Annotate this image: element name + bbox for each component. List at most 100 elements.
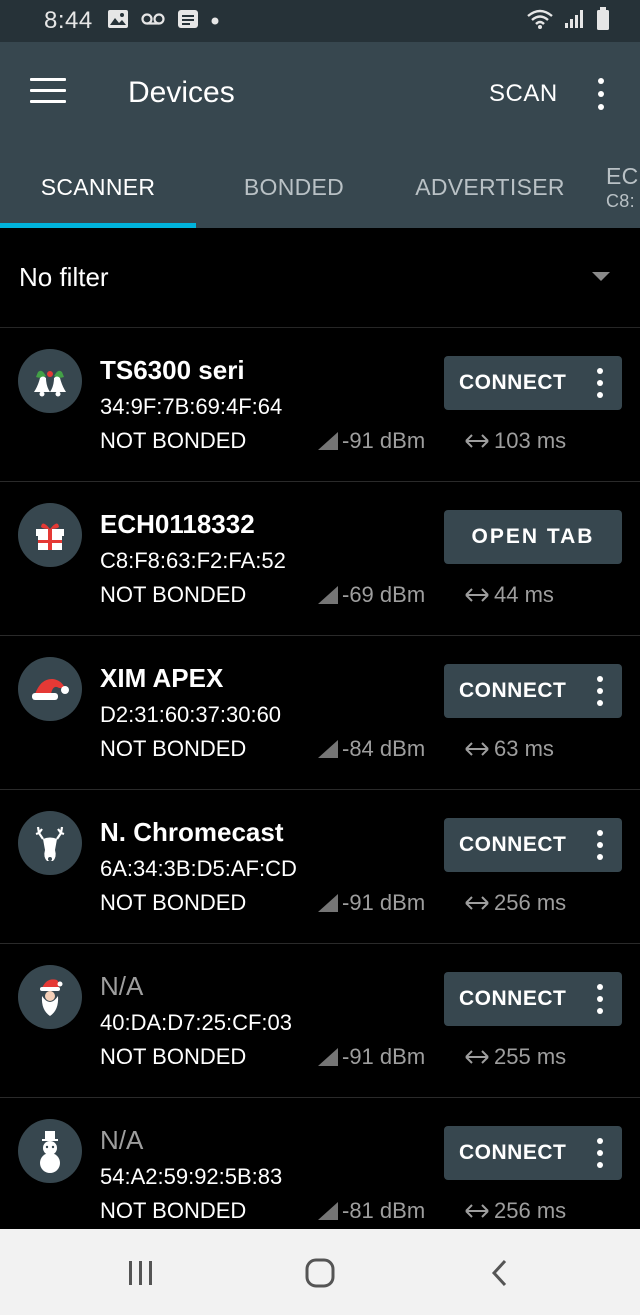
signal-icon bbox=[564, 9, 586, 34]
recent-apps-icon[interactable] bbox=[111, 1253, 171, 1293]
interval-readout: 256 ms bbox=[464, 890, 566, 916]
connect-button[interactable]: CONNECT bbox=[444, 1126, 622, 1180]
open-tab-button[interactable]: OPEN TAB bbox=[444, 510, 622, 564]
connect-button-label: CONNECT bbox=[459, 679, 567, 702]
filter-label: No filter bbox=[19, 262, 109, 292]
interval-arrows-icon bbox=[465, 1204, 489, 1218]
rssi-value: -91 dBm bbox=[342, 1044, 426, 1069]
santa-hat-icon bbox=[18, 657, 82, 721]
list-item[interactable]: ECH0118332 C8:F8:63:F2:FA:52 NOT BONDED … bbox=[0, 482, 640, 636]
signal-strength-icon bbox=[318, 432, 338, 450]
interval-arrows-icon bbox=[465, 434, 489, 448]
open-tab-button-label: OPEN TAB bbox=[471, 525, 595, 548]
santa-icon bbox=[18, 965, 82, 1029]
reindeer-icon bbox=[18, 811, 82, 875]
bond-state: NOT BONDED bbox=[100, 1044, 247, 1069]
device-name: N/A bbox=[100, 971, 144, 1001]
bond-state: NOT BONDED bbox=[100, 582, 247, 607]
interval-readout: 256 ms bbox=[464, 1198, 566, 1224]
status-notification-icons bbox=[107, 9, 219, 34]
connect-button-label: CONNECT bbox=[459, 371, 567, 394]
more-vertical-icon[interactable] bbox=[594, 1138, 606, 1168]
rssi-readout: -81 dBm bbox=[316, 1198, 425, 1224]
rssi-readout: -91 dBm bbox=[316, 1044, 425, 1070]
connect-button-label: CONNECT bbox=[459, 833, 567, 856]
connect-button[interactable]: CONNECT bbox=[444, 664, 622, 718]
gift-icon bbox=[18, 503, 82, 567]
dot-icon bbox=[211, 12, 219, 30]
connect-button[interactable]: CONNECT bbox=[444, 356, 622, 410]
connect-button-label: CONNECT bbox=[459, 1141, 567, 1164]
signal-strength-icon bbox=[318, 1048, 338, 1066]
signal-strength-icon bbox=[318, 1202, 338, 1220]
more-vertical-icon[interactable] bbox=[594, 368, 606, 398]
connect-button[interactable]: CONNECT bbox=[444, 818, 622, 872]
rssi-value: -81 dBm bbox=[342, 1198, 426, 1223]
voicemail-icon bbox=[141, 12, 165, 31]
home-icon[interactable] bbox=[290, 1253, 350, 1293]
tab-device-sublabel: C8: bbox=[606, 190, 635, 211]
interval-value: 256 ms bbox=[494, 890, 567, 915]
status-time: 8:44 bbox=[44, 7, 93, 34]
system-nav-bar bbox=[0, 1229, 640, 1315]
interval-readout: 255 ms bbox=[464, 1044, 566, 1070]
device-name: ECH0118332 bbox=[100, 509, 255, 539]
tab-device-label: EC bbox=[606, 162, 639, 189]
device-name: N. Chromecast bbox=[100, 817, 284, 847]
tab-advertiser[interactable]: ADVERTISER bbox=[392, 146, 588, 228]
filter-dropdown[interactable]: No filter bbox=[0, 228, 640, 328]
interval-arrows-icon bbox=[465, 588, 489, 602]
list-item[interactable]: N. Chromecast 6A:34:3B:D5:AF:CD NOT BOND… bbox=[0, 790, 640, 944]
list-item[interactable]: TS6300 seri 34:9F:7B:69:4F:64 NOT BONDED… bbox=[0, 328, 640, 482]
list-item[interactable]: N/A 40:DA:D7:25:CF:03 NOT BONDED -91 dBm… bbox=[0, 944, 640, 1098]
bond-state: NOT BONDED bbox=[100, 736, 247, 761]
interval-arrows-icon bbox=[465, 896, 489, 910]
signal-strength-icon bbox=[318, 740, 338, 758]
interval-arrows-icon bbox=[465, 1050, 489, 1064]
more-vertical-icon[interactable] bbox=[594, 830, 606, 860]
device-list: TS6300 seri 34:9F:7B:69:4F:64 NOT BONDED… bbox=[0, 328, 640, 1252]
interval-readout: 63 ms bbox=[464, 736, 554, 762]
device-name: TS6300 seri bbox=[100, 355, 245, 385]
device-name: XIM APEX bbox=[100, 663, 224, 693]
back-icon[interactable] bbox=[470, 1253, 530, 1293]
snowman-icon bbox=[18, 1119, 82, 1183]
more-vertical-icon[interactable] bbox=[594, 984, 606, 1014]
device-address: 40:DA:D7:25:CF:03 bbox=[100, 1010, 292, 1035]
more-vertical-icon[interactable] bbox=[594, 78, 608, 110]
tab-device[interactable]: EC C8: bbox=[606, 146, 640, 228]
device-address: 6A:34:3B:D5:AF:CD bbox=[100, 856, 297, 881]
device-address: C8:F8:63:F2:FA:52 bbox=[100, 548, 286, 573]
app-bar: Devices SCAN bbox=[0, 42, 640, 146]
tab-bar: SCANNER BONDED ADVERTISER EC C8: bbox=[0, 146, 640, 228]
status-system-icons bbox=[526, 6, 610, 36]
tab-bonded[interactable]: BONDED bbox=[196, 146, 392, 228]
interval-readout: 44 ms bbox=[464, 582, 554, 608]
rssi-readout: -91 dBm bbox=[316, 428, 425, 454]
signal-strength-icon bbox=[318, 586, 338, 604]
bells-icon bbox=[18, 349, 82, 413]
interval-value: 256 ms bbox=[494, 1198, 567, 1223]
interval-arrows-icon bbox=[465, 742, 489, 756]
connect-button[interactable]: CONNECT bbox=[444, 972, 622, 1026]
more-vertical-icon[interactable] bbox=[594, 676, 606, 706]
device-name: N/A bbox=[100, 1125, 144, 1155]
tab-scanner[interactable]: SCANNER bbox=[0, 146, 196, 228]
hamburger-menu-icon[interactable] bbox=[30, 78, 66, 110]
device-address: 34:9F:7B:69:4F:64 bbox=[100, 394, 283, 419]
rssi-value: -91 dBm bbox=[342, 428, 426, 453]
app-title: Devices bbox=[128, 76, 235, 109]
rssi-value: -84 dBm bbox=[342, 736, 426, 761]
scan-button[interactable]: SCAN bbox=[489, 80, 558, 108]
bond-state: NOT BONDED bbox=[100, 890, 247, 915]
interval-value: 103 ms bbox=[494, 428, 567, 453]
wifi-icon bbox=[526, 8, 554, 35]
device-address: 54:A2:59:92:5B:83 bbox=[100, 1164, 283, 1189]
rssi-readout: -69 dBm bbox=[316, 582, 425, 608]
dropdown-arrow-icon bbox=[592, 272, 610, 281]
status-bar: 8:44 bbox=[0, 0, 640, 42]
signal-strength-icon bbox=[318, 894, 338, 912]
interval-readout: 103 ms bbox=[464, 428, 566, 454]
list-item[interactable]: XIM APEX D2:31:60:37:30:60 NOT BONDED -8… bbox=[0, 636, 640, 790]
device-address: D2:31:60:37:30:60 bbox=[100, 702, 282, 727]
